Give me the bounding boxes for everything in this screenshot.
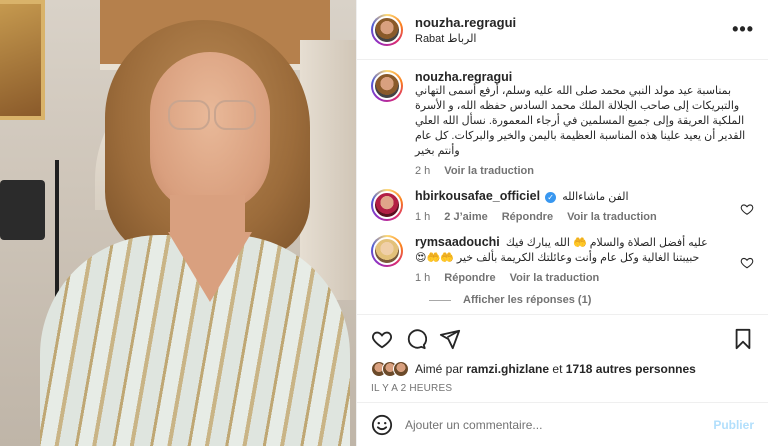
comment-like-heart-icon[interactable] (740, 195, 754, 223)
comment: hbirkousafae_officiel ✓ الفن ماشاءالله 1… (371, 189, 754, 223)
view-replies-button[interactable]: Afficher les réponses (1) (429, 294, 754, 306)
post-header: nouzha.regragui Rabat الرباط ••• (357, 0, 768, 60)
comments-section: nouzha.regragui بمناسبة عيد مولد النبي م… (357, 60, 768, 314)
comment: rymsaadouchi عليه أفضل الصلاة والسلام 🤲 … (371, 235, 754, 284)
liker-username[interactable]: ramzi.ghizlane (466, 362, 549, 376)
caption-username[interactable]: nouzha.regragui (415, 70, 754, 84)
post-side-panel: nouzha.regragui Rabat الرباط ••• nouzha.… (356, 0, 768, 446)
comment-avatar[interactable] (371, 235, 403, 267)
verified-badge-icon: ✓ (545, 191, 557, 203)
reply-button[interactable]: Répondre (444, 272, 495, 284)
author-username[interactable]: nouzha.regragui (415, 15, 732, 30)
instagram-post: nouzha.regragui Rabat الرباط ••• nouzha.… (0, 0, 768, 446)
comment-time: 1 h (415, 211, 431, 223)
likes-summary[interactable]: Aimé par ramzi.ghizlane et 1718 autres p… (371, 361, 754, 377)
comment-like-heart-icon[interactable] (740, 241, 754, 284)
comment-translate-link[interactable]: Voir la traduction (567, 211, 657, 223)
add-comment-bar: Publier (357, 402, 768, 446)
post-photo[interactable] (0, 0, 356, 446)
likes-prefix: Aimé par (415, 362, 464, 376)
comment-avatar[interactable] (371, 189, 403, 221)
view-replies-label[interactable]: Afficher les réponses (1) (463, 294, 591, 306)
comment-time: 1 h (415, 272, 431, 284)
post-actions: Aimé par ramzi.ghizlane et 1718 autres p… (357, 314, 768, 394)
likes-count[interactable]: 1718 autres personnes (566, 362, 696, 376)
post-location[interactable]: Rabat الرباط (415, 32, 732, 45)
comment-likes[interactable]: 2 J’aime (444, 211, 487, 223)
face (150, 52, 270, 212)
caption-translate-link[interactable]: Voir la traduction (444, 165, 534, 177)
post-timestamp: IL Y A 2 HEURES (371, 383, 453, 394)
mic-box (0, 180, 45, 240)
glasses-left-lens (168, 100, 210, 130)
glasses-right-lens (214, 100, 256, 130)
author-avatar[interactable] (371, 13, 403, 46)
publish-button[interactable]: Publier (713, 418, 754, 432)
heart-icon[interactable] (371, 328, 393, 350)
comment-icon[interactable] (405, 328, 427, 350)
comment-translate-link[interactable]: Voir la traduction (510, 272, 600, 284)
comment-username[interactable]: hbirkousafae_officiel (415, 189, 540, 203)
replies-divider (429, 299, 451, 301)
liker-avatars (371, 361, 409, 377)
caption-text: بمناسبة عيد مولد النبي محمد صلى الله علي… (415, 85, 746, 157)
comment-input[interactable] (405, 417, 714, 432)
comment-text: الفن ماشاءالله (562, 191, 629, 203)
likes-and: et (552, 362, 563, 376)
caption-avatar[interactable] (371, 70, 403, 102)
share-icon[interactable] (439, 328, 461, 350)
caption: nouzha.regragui بمناسبة عيد مولد النبي م… (371, 70, 754, 177)
emoji-icon[interactable] (371, 414, 393, 436)
robe-neckline (168, 232, 252, 302)
reply-button[interactable]: Répondre (502, 211, 553, 223)
wall-painting (0, 0, 45, 120)
caption-time: 2 h (415, 165, 431, 177)
comment-username[interactable]: rymsaadouchi (415, 235, 500, 249)
bookmark-icon[interactable] (732, 328, 754, 350)
more-options-icon[interactable]: ••• (732, 19, 754, 40)
